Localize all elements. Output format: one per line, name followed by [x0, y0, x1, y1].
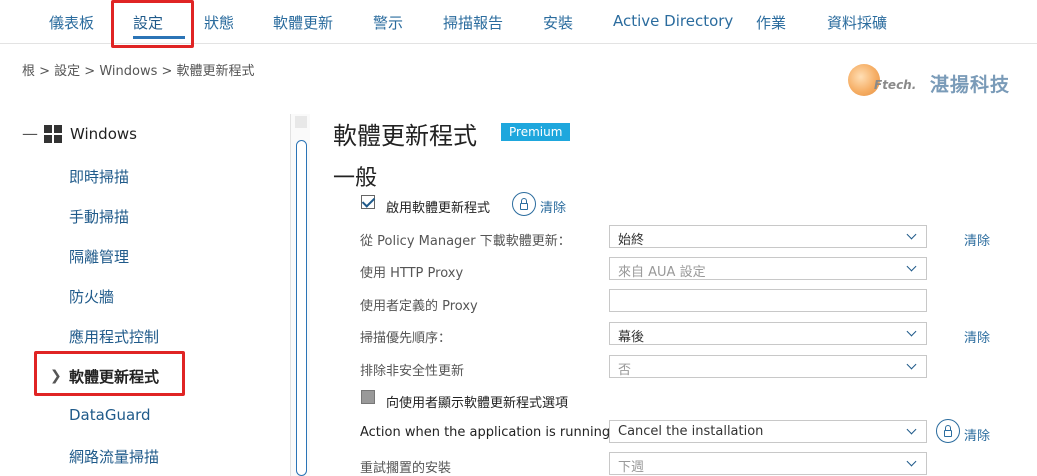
- lock-icon: [944, 430, 952, 437]
- sidebar-item-quarantine[interactable]: 隔離管理: [69, 246, 129, 267]
- clear-link-app-running[interactable]: 清除: [964, 425, 990, 444]
- app-running-action-value: Cancel the installation: [618, 424, 764, 439]
- sidebar-scrollbar[interactable]: [290, 114, 310, 476]
- lock-icon: [520, 203, 528, 210]
- lock-button[interactable]: [512, 192, 536, 216]
- sidebar-item-firewall[interactable]: 防火牆: [69, 286, 114, 307]
- sidebar-item-realtime-scan[interactable]: 即時掃描: [69, 166, 129, 187]
- lock-button[interactable]: [936, 419, 960, 443]
- clear-link-download[interactable]: 清除: [964, 230, 990, 249]
- tree-root-label: Windows: [70, 125, 137, 143]
- sidebar-item-network-scan[interactable]: 網路流量掃描: [69, 446, 159, 467]
- download-updates-label: 從 Policy Manager 下載軟體更新：: [360, 234, 571, 249]
- collapse-minus-icon[interactable]: —: [22, 126, 38, 142]
- scan-priority-label: 掃描優先順序：: [360, 331, 452, 346]
- download-updates-value: 始終: [618, 233, 645, 248]
- nav-scan-reports[interactable]: 掃描報告: [443, 12, 503, 33]
- nav-alerts[interactable]: 警示: [373, 12, 403, 33]
- clear-link-enable[interactable]: 清除: [540, 197, 566, 216]
- logo-name-text: 湛揚科技: [930, 74, 1011, 96]
- nav-install[interactable]: 安裝: [543, 12, 573, 33]
- chevron-down-icon: [906, 456, 917, 467]
- retry-pending-label: 重試擱置的安裝: [360, 461, 452, 476]
- chevron-down-icon: [906, 424, 917, 435]
- app-running-action-select[interactable]: Cancel the installation: [609, 420, 927, 443]
- show-options-checkbox[interactable]: [361, 390, 375, 404]
- nav-active-directory[interactable]: Active Directory: [613, 12, 733, 30]
- http-proxy-value: 來自 AUA 設定: [618, 265, 706, 280]
- nav-settings[interactable]: 設定: [133, 12, 163, 33]
- chevron-down-icon: [906, 261, 917, 272]
- scan-priority-value: 幕後: [618, 330, 645, 345]
- exclude-nonsecurity-value: 否: [618, 363, 632, 378]
- tree-root-windows[interactable]: — Windows: [22, 124, 137, 144]
- nav-data-mining[interactable]: 資料採礦: [827, 12, 887, 33]
- enable-updater-checkbox[interactable]: [361, 195, 375, 209]
- logo-tech-text: Ftech.: [874, 78, 917, 92]
- chevron-down-icon: [906, 229, 917, 240]
- sidebar-item-manual-scan[interactable]: 手動掃描: [69, 206, 129, 227]
- sidebar-item-dataguard[interactable]: DataGuard: [69, 406, 151, 424]
- enable-updater-label: 啟用軟體更新程式: [386, 201, 491, 216]
- scrollbar-thumb[interactable]: [296, 140, 307, 476]
- http-proxy-select[interactable]: 來自 AUA 設定: [609, 257, 927, 280]
- http-proxy-label: 使用 HTTP Proxy: [360, 266, 464, 281]
- nav-jobs[interactable]: 作業: [756, 12, 786, 33]
- page-title: 軟體更新程式: [333, 122, 477, 150]
- top-nav: 儀表板 設定 狀態 軟體更新 警示 掃描報告 安裝 Active Directo…: [0, 0, 1037, 44]
- chevron-right-icon: ❯: [50, 368, 62, 384]
- premium-badge: Premium: [501, 123, 571, 141]
- clear-link-priority[interactable]: 清除: [964, 327, 990, 346]
- scan-priority-select[interactable]: 幕後: [609, 322, 927, 345]
- retry-pending-select[interactable]: 下週: [609, 452, 927, 475]
- app-running-action-label: Action when the application is running:: [360, 425, 615, 440]
- nav-dashboard[interactable]: 儀表板: [49, 12, 94, 33]
- scroll-up-arrow-icon[interactable]: [295, 116, 307, 128]
- breadcrumb: 根 > 設定 > Windows > 軟體更新程式: [22, 64, 255, 79]
- user-proxy-input[interactable]: [609, 289, 927, 312]
- active-tab-underline: [133, 36, 185, 39]
- nav-status[interactable]: 狀態: [204, 12, 234, 33]
- windows-logo-icon: [44, 125, 62, 143]
- chevron-down-icon: [906, 326, 917, 337]
- company-logo: Ftech. 湛揚科技: [848, 64, 1018, 100]
- user-proxy-label: 使用者定義的 Proxy: [360, 299, 478, 314]
- retry-pending-value: 下週: [618, 460, 645, 475]
- download-updates-select[interactable]: 始終: [609, 225, 927, 248]
- section-title-general: 一般: [333, 166, 378, 191]
- sidebar-item-app-control[interactable]: 應用程式控制: [69, 326, 159, 347]
- exclude-nonsecurity-label: 排除非安全性更新: [360, 364, 465, 379]
- nav-software-updates[interactable]: 軟體更新: [273, 12, 333, 33]
- chevron-down-icon: [906, 359, 917, 370]
- sidebar-item-software-updater[interactable]: 軟體更新程式: [69, 366, 159, 387]
- exclude-nonsecurity-select[interactable]: 否: [609, 355, 927, 378]
- show-options-label: 向使用者顯示軟體更新程式選項: [386, 396, 569, 411]
